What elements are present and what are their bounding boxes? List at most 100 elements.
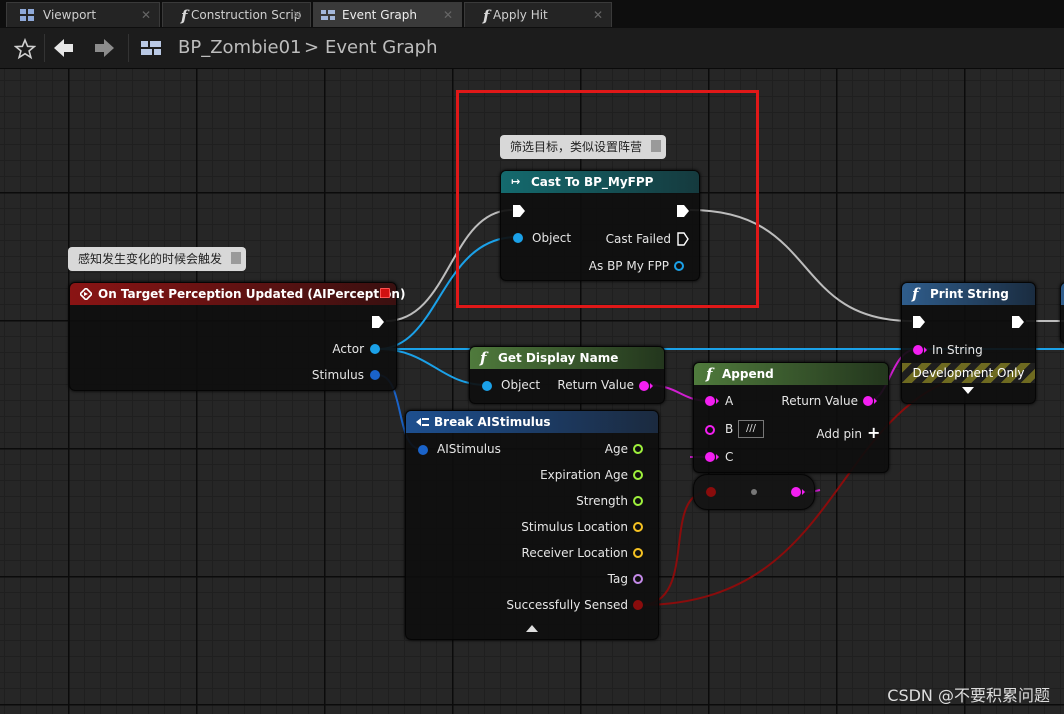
add-pin-icon[interactable]: + (867, 423, 880, 442)
viewport-icon (20, 9, 34, 21)
node-header[interactable]: f Print String (902, 283, 1035, 305)
breadcrumb-graph: Event Graph (325, 37, 438, 58)
pin-label-successfully-sensed: Successfully Sensed (506, 598, 628, 612)
node-header[interactable]: f Append (694, 363, 888, 385)
exec-out-pin[interactable] (677, 204, 689, 218)
comment-bubble-event[interactable]: 感知发生变化的时候会触发 (68, 247, 247, 271)
comment-bubble-cast[interactable]: 筛选目标，类似设置阵营 (500, 135, 667, 159)
delegate-pin-icon[interactable] (380, 288, 390, 298)
function-icon: f (480, 349, 487, 367)
pin-label-a: A (725, 394, 734, 408)
b-value-input[interactable]: /// (738, 420, 764, 438)
function-icon: f (912, 285, 919, 303)
tab-construction-script[interactable]: f Construction Scrip ✕ (162, 2, 311, 27)
pin-label-stimulus: Stimulus (311, 368, 364, 382)
star-icon[interactable] (14, 38, 36, 60)
pin-label-actor: Actor (332, 342, 364, 356)
node-partial-offscreen[interactable] (1060, 282, 1064, 344)
node-header[interactable]: f Get Display Name (470, 347, 664, 369)
breadcrumb-blueprint[interactable]: BP_Zombie01 (178, 37, 302, 58)
graph-canvas[interactable]: 筛选目标，类似设置阵营 感知发生变化的时候会触发 On Target Perce… (0, 69, 1064, 714)
string-in-pin-c[interactable] (704, 451, 720, 463)
as-bp-my-fpp-pin[interactable] (674, 261, 684, 271)
tag-pin[interactable] (633, 574, 643, 584)
close-icon[interactable]: ✕ (292, 3, 302, 27)
function-icon: f (181, 7, 188, 25)
forward-arrow-icon[interactable] (92, 36, 116, 60)
node-cast-to-bp-myfpp[interactable]: ↦ Cast To BP_MyFPP Object Cast Failed As… (500, 170, 700, 281)
expiration-age-pin[interactable] (633, 470, 643, 480)
node-on-target-perception-updated[interactable]: On Target Perception Updated (AIPercepti… (69, 282, 405, 391)
string-in-pin[interactable] (912, 344, 928, 356)
function-icon: f (483, 7, 490, 25)
close-icon[interactable]: ✕ (141, 3, 151, 27)
add-pin-label[interactable]: Add pin (816, 427, 862, 441)
object-pin[interactable] (482, 381, 492, 391)
pin-label-return-value: Return Value (557, 378, 634, 392)
conversion-dot-icon (751, 489, 757, 495)
watermark: CSDN @不要积累问题 (887, 686, 1050, 705)
node-title: Cast To BP_MyFPP (531, 175, 654, 189)
strength-pin[interactable] (633, 496, 643, 506)
pin-label-as-bp-my-fpp: As BP My FPP (588, 259, 669, 273)
back-arrow-icon[interactable] (52, 36, 76, 60)
function-icon: f (706, 365, 713, 383)
close-icon[interactable]: ✕ (443, 3, 453, 27)
node-header[interactable]: ↦ Cast To BP_MyFPP (501, 171, 699, 193)
pin-label-receiver-location: Receiver Location (521, 546, 628, 560)
graph-toolbar: BP_Zombie01 > Event Graph (0, 28, 1064, 69)
expand-arrow-icon[interactable] (962, 387, 974, 395)
tab-event-graph[interactable]: Event Graph ✕ (313, 2, 462, 27)
exec-out-pin[interactable] (372, 315, 384, 329)
development-only-banner: Development Only (902, 363, 1035, 383)
event-graph-icon (321, 10, 335, 20)
string-in-pin-a[interactable] (704, 395, 720, 407)
exec-in-pin[interactable] (513, 204, 525, 218)
object-pin[interactable] (513, 233, 523, 243)
string-out-pin[interactable] (862, 395, 878, 407)
node-header[interactable]: On Target Perception Updated (AIPercepti… (70, 283, 405, 305)
tab-label: Apply Hit (493, 8, 548, 22)
string-out-pin[interactable] (790, 486, 806, 498)
pin-label-object: Object (532, 231, 572, 245)
aistimulus-pin[interactable] (418, 445, 428, 455)
development-only-label: Development Only (912, 366, 1025, 380)
node-bool-to-string-conversion[interactable] (693, 474, 815, 510)
tab-apply-hit[interactable]: f Apply Hit ✕ (464, 2, 612, 27)
stimulus-pin[interactable] (370, 370, 380, 380)
comment-text: 筛选目标，类似设置阵营 (510, 140, 643, 154)
close-icon[interactable]: ✕ (593, 3, 603, 27)
tab-label: Event Graph (342, 8, 417, 22)
age-pin[interactable] (633, 444, 643, 454)
pin-label-stimulus-location: Stimulus Location (521, 520, 628, 534)
divider (44, 34, 45, 62)
exec-out-pin[interactable] (1012, 315, 1024, 329)
pin-icon[interactable] (651, 140, 662, 152)
pin-label-expiration-age: Expiration Age (540, 468, 628, 482)
string-out-pin[interactable] (638, 380, 654, 392)
receiver-location-pin[interactable] (633, 548, 643, 558)
cast-failed-pin[interactable] (677, 232, 689, 246)
stimulus-location-pin[interactable] (633, 522, 643, 532)
node-break-aistimulus[interactable]: Break AIStimulus AIStimulus Age Expirati… (405, 410, 659, 640)
node-get-display-name[interactable]: f Get Display Name Object Return Value (469, 346, 665, 404)
node-title: Break AIStimulus (434, 415, 551, 429)
pin-label-return-value: Return Value (781, 394, 858, 408)
collapse-arrow-icon[interactable] (526, 625, 538, 633)
pin-label-in-string: In String (932, 343, 983, 357)
pin-label-strength: Strength (576, 494, 628, 508)
exec-in-pin[interactable] (913, 315, 925, 329)
string-in-pin-b[interactable] (705, 425, 715, 435)
node-print-string[interactable]: f Print String In String Development Onl… (901, 282, 1036, 404)
node-header[interactable]: Break AIStimulus (406, 411, 658, 433)
node-append[interactable]: f Append A B /// C Return Value Add pin … (693, 362, 889, 473)
actor-pin[interactable] (370, 344, 380, 354)
successfully-sensed-pin[interactable] (633, 600, 643, 610)
pin-icon[interactable] (231, 252, 242, 264)
tab-viewport[interactable]: Viewport ✕ (6, 2, 160, 27)
node-title: Append (722, 367, 774, 381)
tab-label: Viewport (43, 8, 97, 22)
bool-in-pin[interactable] (706, 487, 716, 497)
blueprint-graph-icon (141, 41, 161, 55)
divider (128, 34, 129, 62)
